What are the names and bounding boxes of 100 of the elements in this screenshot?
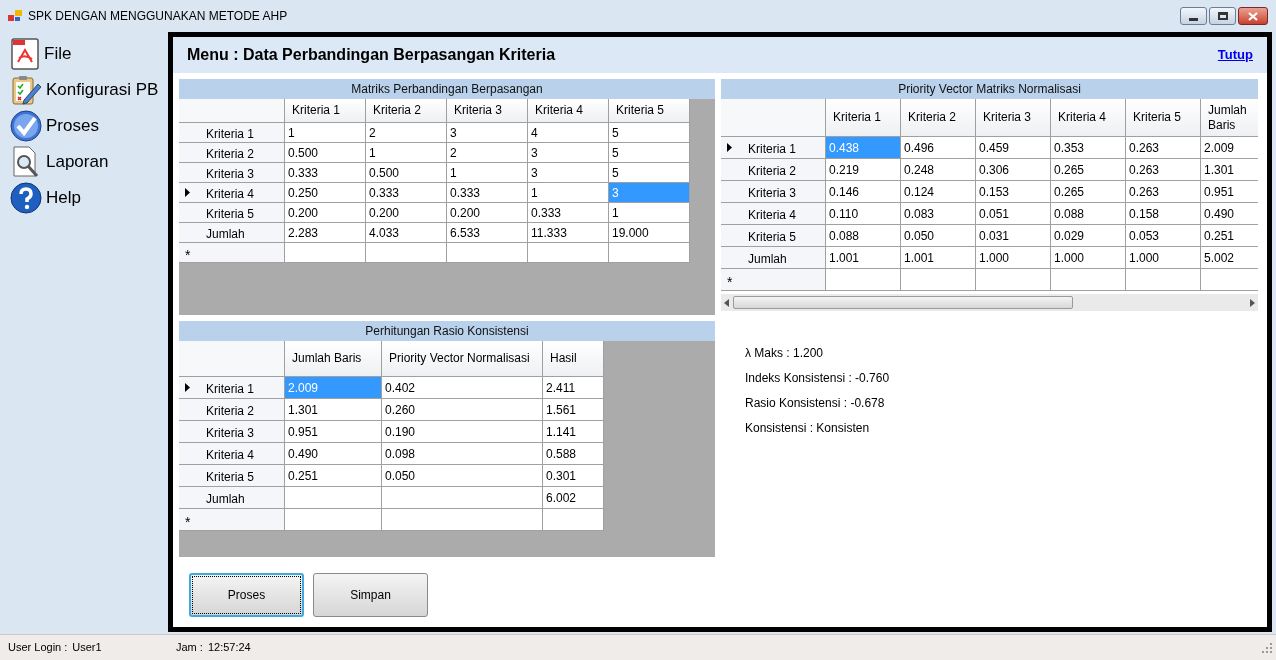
table-cell[interactable]: 5 (609, 163, 690, 183)
table-cell[interactable]: 0.306 (976, 159, 1051, 181)
table-cell[interactable]: 0.260 (382, 399, 543, 421)
table-cell[interactable]: 0.402 (382, 377, 543, 399)
table-cell[interactable]: 0.200 (447, 203, 528, 223)
sidebar-item[interactable]: Laporan (10, 146, 168, 178)
table-cell[interactable]: 0.490 (1201, 203, 1258, 225)
column-header[interactable]: Kriteria 1 (285, 99, 366, 123)
close-link[interactable]: Tutup (1217, 45, 1253, 65)
table-cell[interactable]: 6.533 (447, 223, 528, 243)
table-cell[interactable]: 0.333 (285, 163, 366, 183)
table-cell[interactable]: 0.190 (382, 421, 543, 443)
table-cell[interactable] (382, 487, 543, 509)
sidebar-item[interactable]: Konfigurasi PB (10, 74, 168, 106)
column-header[interactable]: Kriteria 2 (366, 99, 447, 123)
action-button[interactable]: Proses (189, 573, 304, 617)
table-cell[interactable]: 1 (609, 203, 690, 223)
table-cell[interactable]: 0.031 (976, 225, 1051, 247)
table-cell[interactable]: 0.301 (543, 465, 604, 487)
table-cell[interactable]: 6.002 (543, 487, 604, 509)
column-header[interactable]: Jumlah Baris (285, 341, 382, 377)
table-cell[interactable] (285, 487, 382, 509)
table-cell[interactable]: 1.000 (976, 247, 1051, 269)
table-cell[interactable]: 3 (447, 123, 528, 143)
table-cell[interactable]: 0.029 (1051, 225, 1126, 247)
sidebar-item[interactable]: File (10, 38, 168, 70)
table-cell[interactable]: 0.124 (901, 181, 976, 203)
table-cell[interactable]: 0.251 (1201, 225, 1258, 247)
column-header[interactable]: Priority Vector Normalisasi (382, 341, 543, 377)
table-cell[interactable]: 2.009 (1201, 137, 1258, 159)
table-cell[interactable] (1126, 269, 1201, 291)
table-cell[interactable]: 0.083 (901, 203, 976, 225)
column-header[interactable]: Kriteria 1 (826, 99, 901, 137)
table-cell[interactable] (382, 509, 543, 531)
table-cell[interactable]: 0.250 (285, 183, 366, 203)
table-cell[interactable]: 1.301 (1201, 159, 1258, 181)
table-cell[interactable]: 0.333 (528, 203, 609, 223)
table-cell[interactable] (1201, 269, 1258, 291)
column-header[interactable]: Hasil (543, 341, 604, 377)
table-cell[interactable]: 5 (609, 123, 690, 143)
table-cell[interactable]: 0.263 (1126, 159, 1201, 181)
action-button[interactable]: Simpan (313, 573, 428, 617)
column-header[interactable]: Jumlah Baris (1201, 99, 1258, 137)
table-cell[interactable]: 0.353 (1051, 137, 1126, 159)
table-cell[interactable]: 0.219 (826, 159, 901, 181)
table-cell[interactable]: 1.141 (543, 421, 604, 443)
close-button[interactable] (1238, 7, 1268, 25)
table-cell[interactable]: 0.053 (1126, 225, 1201, 247)
table-cell[interactable]: 11.333 (528, 223, 609, 243)
table-cell[interactable]: 0.110 (826, 203, 901, 225)
table-cell[interactable]: 0.500 (366, 163, 447, 183)
table-cell[interactable]: 0.200 (366, 203, 447, 223)
table-cell[interactable]: 0.265 (1051, 181, 1126, 203)
table-cell[interactable]: 3 (528, 163, 609, 183)
table-cell[interactable]: 0.496 (901, 137, 976, 159)
table-cell[interactable]: 0.263 (1126, 137, 1201, 159)
table-cell[interactable]: 0.951 (285, 421, 382, 443)
table-cell[interactable] (901, 269, 976, 291)
column-header[interactable]: Kriteria 5 (1126, 99, 1201, 137)
table-cell[interactable]: 1.001 (901, 247, 976, 269)
table-cell[interactable]: 2 (447, 143, 528, 163)
table-cell[interactable]: 1.561 (543, 399, 604, 421)
sidebar-item[interactable]: Help (10, 182, 168, 214)
table-cell[interactable]: 5.002 (1201, 247, 1258, 269)
table-cell[interactable] (528, 243, 609, 263)
table-cell[interactable]: 1.000 (1126, 247, 1201, 269)
scroll-left-icon[interactable] (724, 298, 729, 307)
horizontal-scrollbar[interactable] (721, 294, 1258, 311)
table-cell[interactable]: 1.301 (285, 399, 382, 421)
table-cell[interactable]: 0.153 (976, 181, 1051, 203)
table-cell[interactable]: 0.098 (382, 443, 543, 465)
table-cell[interactable]: 1 (447, 163, 528, 183)
table-cell[interactable] (976, 269, 1051, 291)
table-cell[interactable]: 2.283 (285, 223, 366, 243)
table-cell[interactable]: 1.000 (1051, 247, 1126, 269)
table-cell[interactable]: 5 (609, 143, 690, 163)
table-cell[interactable]: 0.200 (285, 203, 366, 223)
table-cell[interactable]: 4.033 (366, 223, 447, 243)
column-header[interactable]: Kriteria 2 (901, 99, 976, 137)
table-cell[interactable]: 2.411 (543, 377, 604, 399)
table-cell[interactable] (1051, 269, 1126, 291)
sidebar-item[interactable]: Proses (10, 110, 168, 142)
table-cell[interactable]: 0.088 (1051, 203, 1126, 225)
table-cell[interactable]: 0.333 (366, 183, 447, 203)
table-cell[interactable]: 19.000 (609, 223, 690, 243)
table-cell[interactable]: 1 (528, 183, 609, 203)
column-header[interactable]: Kriteria 4 (1051, 99, 1126, 137)
minimize-button[interactable] (1180, 7, 1207, 25)
table-cell[interactable]: 0.333 (447, 183, 528, 203)
table-cell[interactable]: 0.088 (826, 225, 901, 247)
table-cell[interactable]: 0.265 (1051, 159, 1126, 181)
table-cell[interactable]: 2 (366, 123, 447, 143)
table-cell[interactable] (447, 243, 528, 263)
table-cell[interactable]: 1 (285, 123, 366, 143)
table-cell[interactable]: 3 (528, 143, 609, 163)
table-cell[interactable]: 0.263 (1126, 181, 1201, 203)
table-cell[interactable]: 0.248 (901, 159, 976, 181)
table-cell[interactable]: 0.251 (285, 465, 382, 487)
table-cell[interactable]: 0.050 (901, 225, 976, 247)
table-cell[interactable]: 0.051 (976, 203, 1051, 225)
